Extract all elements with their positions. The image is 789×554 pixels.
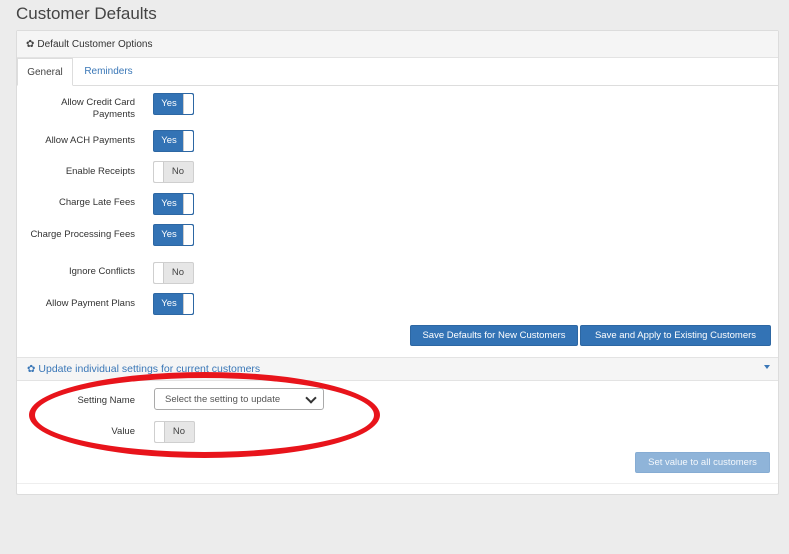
toggle-state: No bbox=[172, 426, 186, 437]
toggle-allow-payment-plans[interactable]: Yes bbox=[153, 293, 194, 315]
toggle-allow-ach[interactable]: Yes bbox=[153, 130, 194, 152]
toggle-state: Yes bbox=[161, 229, 177, 240]
page-title: Customer Defaults bbox=[16, 4, 157, 23]
setting-select-value: Select the setting to update bbox=[165, 393, 281, 405]
set-value-all-customers-button[interactable]: Set value to all customers bbox=[635, 452, 770, 473]
tab-general[interactable]: General bbox=[17, 58, 73, 86]
toggle-enable-receipts[interactable]: No bbox=[153, 161, 194, 183]
update-settings-heading[interactable]: ✿ Update individual settings for current… bbox=[17, 357, 778, 381]
setting-name-label: Setting Name bbox=[77, 395, 135, 406]
toggle-state: Yes bbox=[161, 135, 177, 146]
caret-down-icon[interactable] bbox=[764, 365, 770, 369]
tab-bar: General Reminders bbox=[17, 57, 778, 86]
toggle-state: Yes bbox=[161, 298, 177, 309]
setting-label-charge-processing-fees: Charge Processing Fees bbox=[30, 229, 135, 240]
setting-name-select[interactable]: Select the setting to update bbox=[154, 388, 324, 410]
toggle-state: Yes bbox=[161, 198, 177, 209]
setting-label-allow-payment-plans: Allow Payment Plans bbox=[45, 298, 135, 309]
default-customer-options-panel: ✿ Default Customer Options General Remin… bbox=[16, 30, 779, 495]
toggle-state: Yes bbox=[161, 98, 177, 109]
toggle-state: No bbox=[171, 267, 185, 278]
save-defaults-button[interactable]: Save Defaults for New Customers bbox=[410, 325, 578, 346]
setting-label-enable-receipts: Enable Receipts bbox=[65, 166, 135, 177]
toggle-knob bbox=[183, 131, 193, 151]
toggle-knob bbox=[183, 294, 193, 314]
value-label: Value bbox=[111, 426, 135, 437]
toggle-update-value[interactable]: No bbox=[154, 421, 195, 443]
setting-label-ignore-conflicts: Ignore Conflicts bbox=[68, 266, 135, 277]
setting-label-allow-ach: Allow ACH Payments bbox=[45, 135, 135, 146]
tab-reminders[interactable]: Reminders bbox=[77, 58, 140, 85]
toggle-knob bbox=[183, 194, 193, 214]
setting-label-charge-late-fees: Charge Late Fees bbox=[58, 197, 135, 208]
toggle-knob bbox=[183, 94, 193, 114]
toggle-charge-late-fees[interactable]: Yes bbox=[153, 193, 194, 215]
panel-heading: ✿ Default Customer Options bbox=[17, 31, 778, 58]
gear-icon: ✿ bbox=[26, 38, 35, 50]
toggle-ignore-conflicts[interactable]: No bbox=[153, 262, 194, 284]
toggle-knob bbox=[183, 225, 193, 245]
panel-footer-divider bbox=[17, 483, 778, 484]
toggle-charge-processing-fees[interactable]: Yes bbox=[153, 224, 194, 246]
update-settings-heading-label: Update individual settings for current c… bbox=[38, 363, 261, 375]
toggle-state: No bbox=[171, 166, 185, 177]
save-apply-existing-button[interactable]: Save and Apply to Existing Customers bbox=[580, 325, 771, 346]
setting-label-allow-credit-card: Allow Credit Card Payments bbox=[61, 97, 135, 120]
chevron-down-icon bbox=[305, 392, 317, 404]
toggle-allow-credit-card[interactable]: Yes bbox=[153, 93, 194, 115]
panel-heading-label: Default Customer Options bbox=[37, 38, 153, 50]
gear-icon: ✿ bbox=[27, 363, 36, 375]
